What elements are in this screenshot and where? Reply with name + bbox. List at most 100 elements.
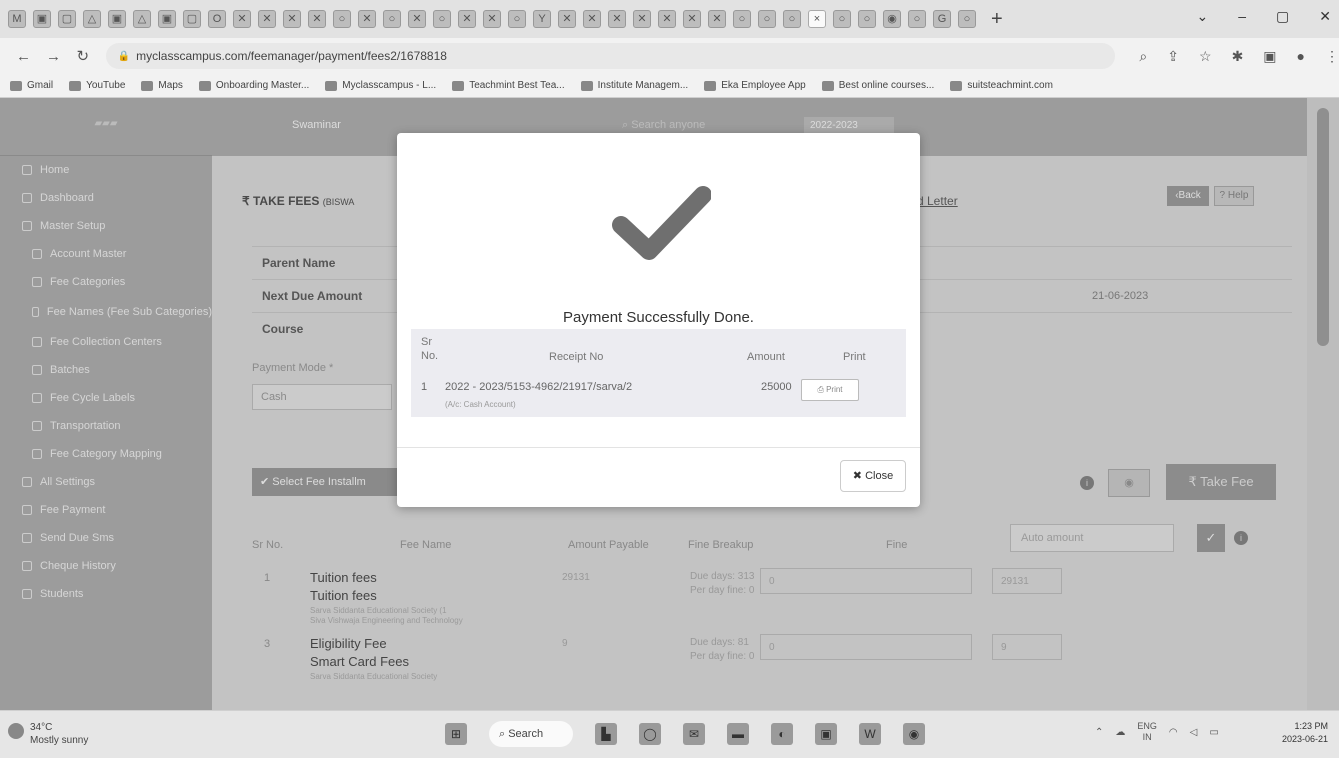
- sidebar-item[interactable]: Account Master: [0, 240, 212, 268]
- browser-tab[interactable]: ✕: [583, 10, 601, 28]
- browser-tab[interactable]: ▢: [58, 10, 76, 28]
- browser-tab[interactable]: ▣: [33, 10, 51, 28]
- sidebar-item[interactable]: Fee Names (Fee Sub Categories): [0, 296, 212, 328]
- browser-menu-icon[interactable]: ⋮: [1325, 48, 1339, 65]
- file-explorer-icon[interactable]: ▬: [727, 723, 749, 745]
- word-icon[interactable]: W: [859, 723, 881, 745]
- share-icon[interactable]: ⇪: [1167, 48, 1179, 65]
- browser-tab[interactable]: ✕: [658, 10, 676, 28]
- browser-tab[interactable]: ○: [433, 10, 451, 28]
- browser-tab[interactable]: ✕: [633, 10, 651, 28]
- browser-tab[interactable]: ▣: [158, 10, 176, 28]
- sidebar-item[interactable]: Fee Category Mapping: [0, 440, 212, 468]
- pay-amount-input[interactable]: 9: [992, 634, 1062, 660]
- browser-tab[interactable]: ▢: [183, 10, 201, 28]
- print-button[interactable]: ⎙ Print: [801, 379, 859, 401]
- weather-widget[interactable]: 34°C Mostly sunny: [8, 721, 88, 747]
- sidebar-item[interactable]: Batches: [0, 356, 212, 384]
- new-tab-button[interactable]: +: [991, 8, 1003, 31]
- zoom-icon[interactable]: ⌕: [1139, 48, 1147, 65]
- select-installments-button[interactable]: ✔ Select Fee Installm: [252, 468, 402, 496]
- browser-tab[interactable]: ✕: [683, 10, 701, 28]
- browser-tab[interactable]: ✕: [258, 10, 276, 28]
- bookmark-star-icon[interactable]: ☆: [1199, 48, 1212, 65]
- profile-avatar-icon[interactable]: ●: [1297, 48, 1305, 65]
- browser-tab[interactable]: ✕: [308, 10, 326, 28]
- sidebar-item[interactable]: All Settings: [0, 468, 212, 496]
- bookmark-item[interactable]: Gmail: [10, 80, 53, 91]
- browser-tab[interactable]: ✕: [283, 10, 301, 28]
- browser-tab[interactable]: ✕: [233, 10, 251, 28]
- browser-tab[interactable]: ○: [508, 10, 526, 28]
- sidebar-item[interactable]: Dashboard: [0, 184, 212, 212]
- bookmark-item[interactable]: suitsteachmint.com: [950, 80, 1053, 91]
- maximize-button[interactable]: ▢: [1276, 8, 1289, 25]
- sidebar-item[interactable]: Master Setup: [0, 212, 212, 240]
- bookmark-item[interactable]: Institute Managem...: [580, 80, 688, 91]
- edge-browser-icon[interactable]: ◐: [771, 723, 793, 745]
- browser-tab[interactable]: ○: [758, 10, 776, 28]
- sidebar-item[interactable]: Students: [0, 580, 212, 608]
- browser-tab[interactable]: Y: [533, 10, 551, 28]
- minimize-button[interactable]: –: [1238, 8, 1246, 25]
- close-window-button[interactable]: ✕: [1319, 8, 1331, 25]
- sidebar-item[interactable]: Fee Payment: [0, 496, 212, 524]
- task-view-icon[interactable]: ▙: [595, 723, 617, 745]
- browser-tab[interactable]: ✕: [558, 10, 576, 28]
- tab-search-icon[interactable]: ⌄: [1197, 8, 1209, 25]
- cloud-icon[interactable]: ☁: [1115, 727, 1125, 738]
- bookmark-item[interactable]: Onboarding Master...: [198, 80, 309, 91]
- reload-icon[interactable]: ↻: [76, 47, 90, 65]
- back-button[interactable]: ‹Back: [1167, 186, 1209, 206]
- browser-tab[interactable]: ○: [908, 10, 926, 28]
- pay-amount-input[interactable]: 29131: [992, 568, 1062, 594]
- sidebar-item[interactable]: Home: [0, 156, 212, 184]
- url-field[interactable]: 🔒 myclasscampus.com/feemanager/payment/f…: [105, 43, 1116, 69]
- browser-tab[interactable]: ○: [833, 10, 851, 28]
- active-tab-close-icon[interactable]: ×: [808, 10, 826, 28]
- browser-tab[interactable]: △: [133, 10, 151, 28]
- browser-tab[interactable]: △: [83, 10, 101, 28]
- bookmark-item[interactable]: Maps: [141, 80, 183, 91]
- bookmark-item[interactable]: Teachmint Best Tea...: [452, 80, 565, 91]
- browser-tab[interactable]: ✕: [708, 10, 726, 28]
- browser-tab[interactable]: ○: [858, 10, 876, 28]
- forward-arrow-icon[interactable]: →: [46, 48, 61, 65]
- bookmark-item[interactable]: YouTube: [69, 80, 125, 91]
- browser-tab[interactable]: ○: [733, 10, 751, 28]
- bookmark-item[interactable]: Eka Employee App: [704, 80, 806, 91]
- sidebar-item[interactable]: Send Due Sms: [0, 524, 212, 552]
- wifi-icon[interactable]: ◠: [1169, 727, 1178, 738]
- browser-tab[interactable]: ✕: [358, 10, 376, 28]
- bookmark-item[interactable]: Myclasscampus - L...: [325, 80, 436, 91]
- sidebar-item[interactable]: Cheque History: [0, 552, 212, 580]
- sidebar-item[interactable]: Fee Categories: [0, 268, 212, 296]
- payment-mode-select[interactable]: Cash: [252, 384, 392, 410]
- take-fee-button[interactable]: ₹ Take Fee: [1166, 464, 1276, 500]
- sidepanel-icon[interactable]: ▣: [1263, 48, 1276, 65]
- back-arrow-icon[interactable]: ←: [16, 48, 31, 65]
- browser-tab[interactable]: O: [208, 10, 226, 28]
- info-icon[interactable]: i: [1080, 476, 1094, 490]
- letter-link[interactable]: d Letter: [917, 194, 958, 208]
- browser-tab[interactable]: ▣: [108, 10, 126, 28]
- fine-input[interactable]: 0: [760, 634, 972, 660]
- browser-tab[interactable]: ✕: [608, 10, 626, 28]
- global-search[interactable]: ⌕ Search anyone: [622, 119, 705, 132]
- chat-icon[interactable]: ◯: [639, 723, 661, 745]
- battery-icon[interactable]: ▭: [1209, 727, 1218, 738]
- tray-chevron-icon[interactable]: ⌃: [1095, 727, 1103, 738]
- browser-tab[interactable]: ○: [333, 10, 351, 28]
- browser-tab[interactable]: ○: [783, 10, 801, 28]
- fine-input[interactable]: 0: [760, 568, 972, 594]
- browser-tab[interactable]: ✕: [408, 10, 426, 28]
- page-scrollbar[interactable]: [1307, 98, 1339, 710]
- store-icon[interactable]: ▣: [815, 723, 837, 745]
- chrome-icon[interactable]: ◉: [903, 723, 925, 745]
- taskbar-search[interactable]: ⌕ Search: [489, 721, 573, 747]
- sidebar-item[interactable]: Fee Cycle Labels: [0, 384, 212, 412]
- browser-tab[interactable]: M: [8, 10, 26, 28]
- volume-icon[interactable]: ◁: [1190, 727, 1198, 738]
- system-clock[interactable]: 1:23 PM 2023-06-21: [1268, 720, 1328, 746]
- scrollbar-thumb[interactable]: [1317, 108, 1329, 346]
